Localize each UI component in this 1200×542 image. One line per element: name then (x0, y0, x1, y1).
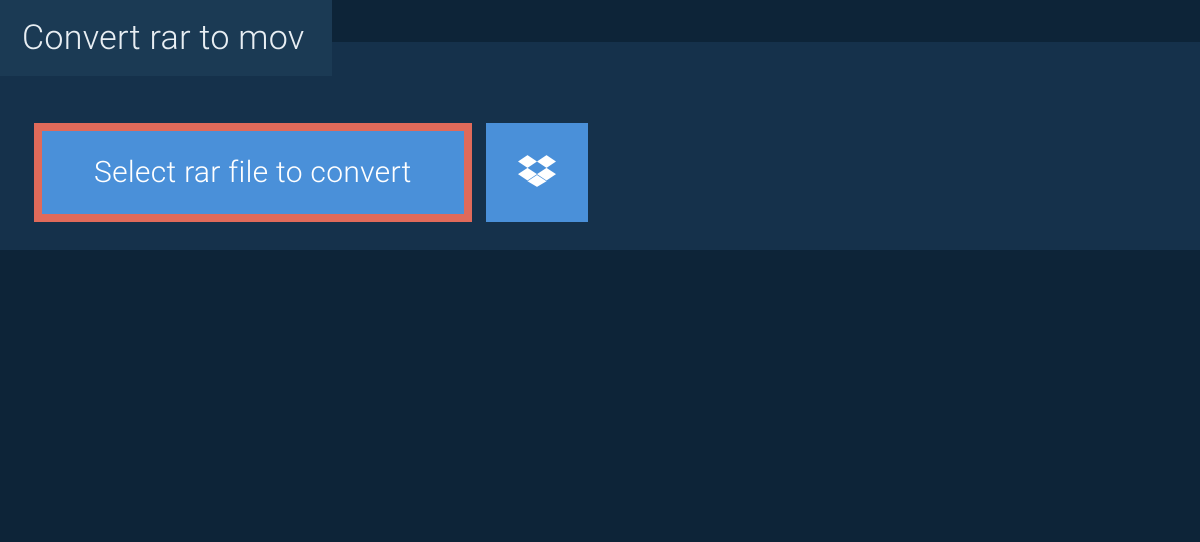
action-row: Select rar file to convert (0, 95, 1200, 222)
dropbox-button[interactable] (486, 123, 588, 222)
tab-convert[interactable]: Convert rar to mov (0, 0, 332, 76)
tab-title: Convert rar to mov (22, 18, 304, 58)
select-file-button[interactable]: Select rar file to convert (34, 123, 472, 222)
select-file-label: Select rar file to convert (94, 155, 412, 190)
dropbox-icon (518, 152, 556, 194)
converter-panel: Convert rar to mov Select rar file to co… (0, 42, 1200, 250)
